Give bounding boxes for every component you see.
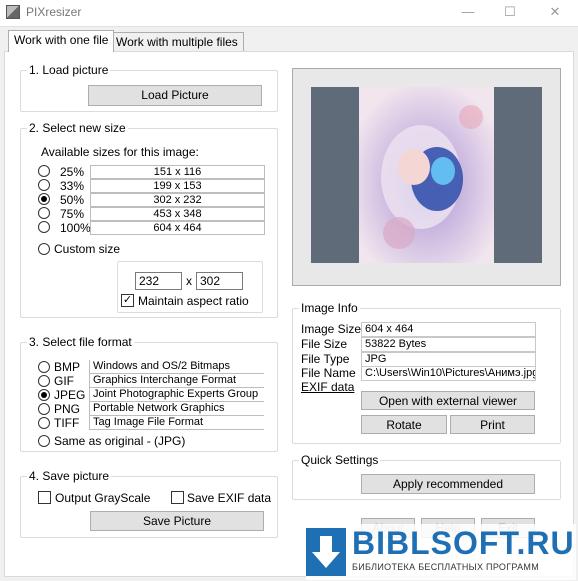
format-name: JPEG [54, 388, 86, 402]
size-radio-33[interactable] [38, 179, 50, 191]
format-radio-tiff[interactable] [38, 417, 50, 429]
print-button[interactable]: Print [450, 415, 535, 434]
grayscale-label: Output GrayScale [55, 491, 151, 505]
save-picture-button[interactable]: Save Picture [90, 511, 264, 531]
custom-size-label: Custom size [54, 242, 121, 256]
save-exif-label: Save EXIF data [187, 491, 272, 505]
format-desc: Joint Photographic Experts Group [89, 388, 264, 402]
apply-recommended-button[interactable]: Apply recommended [361, 474, 535, 494]
quick-settings-group: Quick Settings Apply recommended [292, 453, 561, 500]
info-label: File Type [301, 352, 350, 366]
app-icon [6, 5, 20, 19]
minimize-icon[interactable]: — [448, 2, 488, 22]
same-as-original-label: Same as original - (JPG) [54, 434, 186, 448]
load-picture-button[interactable]: Load Picture [88, 85, 262, 106]
watermark: BIBLSOFT.RU БИБЛИОТЕКА БЕСПЛАТНЫХ ПРОГРА… [306, 524, 576, 580]
watermark-tagline: БИБЛИОТЕКА БЕСПЛАТНЫХ ПРОГРАММ [352, 562, 540, 572]
size-percent: 75% [60, 207, 85, 221]
image-info-group: Image Info Image Size 604 x 464 File Siz… [292, 301, 561, 444]
info-label: File Size [301, 337, 348, 351]
save-exif-checkbox[interactable] [171, 491, 184, 504]
custom-width-input[interactable]: 232 [135, 272, 182, 290]
save-picture-group: 4. Save picture Output GrayScale Save EX… [20, 469, 278, 538]
watermark-brand: BIBLSOFT.RU [352, 525, 575, 561]
size-percent: 100% [60, 221, 91, 235]
rotate-button[interactable]: Rotate [361, 415, 447, 434]
info-label: File Name [301, 366, 356, 380]
size-radio-75[interactable] [38, 207, 50, 219]
quick-settings-title: Quick Settings [299, 453, 381, 467]
exif-data-link[interactable]: EXIF data [301, 380, 354, 394]
times-label: x [186, 274, 192, 288]
file-name-value: C:\Users\Win10\Pictures\Анимэ.jpg [361, 366, 536, 381]
aspect-ratio-checkbox[interactable]: ✓ [121, 294, 134, 307]
size-dims: 151 x 116 [90, 165, 265, 179]
size-dims: 604 x 464 [90, 221, 265, 235]
info-value: 53822 Bytes [361, 337, 536, 352]
size-dims: 453 x 348 [90, 207, 265, 221]
custom-height-input[interactable]: 302 [196, 272, 243, 290]
size-radio-50[interactable] [38, 193, 50, 205]
format-name: PNG [54, 402, 81, 416]
format-radio-png[interactable] [38, 403, 50, 415]
same-as-original-radio[interactable] [38, 435, 50, 447]
load-picture-group: 1. Load picture Load Picture [20, 63, 278, 112]
info-value: JPG [361, 352, 536, 367]
size-radio-100[interactable] [38, 221, 50, 233]
custom-size-panel: 232 x 302 ✓ Maintain aspect ratio [117, 261, 263, 313]
grayscale-checkbox[interactable] [38, 491, 51, 504]
format-desc: Tag Image File Format [89, 416, 264, 430]
format-name: BMP [54, 360, 81, 374]
load-picture-title: 1. Load picture [27, 63, 111, 77]
available-sizes-label: Available sizes for this image: [41, 145, 199, 159]
tab-one-file[interactable]: Work with one file [8, 30, 115, 52]
info-label: Image Size [301, 322, 362, 336]
size-percent: 25% [60, 165, 85, 179]
window-title: PIXresizer [26, 5, 82, 19]
preview-area [311, 87, 542, 263]
open-external-viewer-button[interactable]: Open with external viewer [361, 391, 535, 410]
info-value: 604 x 464 [361, 322, 536, 337]
size-percent: 33% [60, 179, 85, 193]
size-percent: 50% [60, 193, 85, 207]
format-desc: Graphics Interchange Format [89, 374, 264, 388]
file-format-title: 3. Select file format [27, 335, 134, 349]
title-bar: PIXresizer — ☐ ✕ [0, 0, 578, 26]
format-radio-gif[interactable] [38, 375, 50, 387]
tab-multiple-files[interactable]: Work with multiple files [110, 32, 244, 52]
preview-frame [292, 68, 561, 286]
aspect-ratio-label: Maintain aspect ratio [138, 294, 249, 308]
size-dims: 199 x 153 [90, 179, 265, 193]
image-info-title: Image Info [299, 301, 360, 315]
close-icon[interactable]: ✕ [535, 2, 575, 22]
format-radio-bmp[interactable] [38, 361, 50, 373]
maximize-icon[interactable]: ☐ [490, 2, 530, 22]
select-size-group: 2. Select new size Available sizes for t… [20, 121, 278, 318]
format-name: GIF [54, 374, 74, 388]
select-size-title: 2. Select new size [27, 121, 128, 135]
preview-image [359, 87, 494, 263]
format-desc: Portable Network Graphics [89, 402, 264, 416]
format-radio-jpeg[interactable] [38, 389, 50, 401]
format-desc: Windows and OS/2 Bitmaps [89, 360, 264, 374]
format-name: TIFF [54, 416, 80, 430]
file-format-group: 3. Select file format BMP Windows and OS… [20, 335, 278, 452]
custom-size-radio[interactable] [38, 243, 50, 255]
download-arrow-icon [306, 528, 346, 576]
size-dims: 302 x 232 [90, 193, 265, 207]
size-options: 25% 151 x 116 33% 199 x 153 50% 302 x 23… [38, 165, 268, 235]
size-radio-25[interactable] [38, 165, 50, 177]
save-picture-title: 4. Save picture [27, 469, 112, 483]
